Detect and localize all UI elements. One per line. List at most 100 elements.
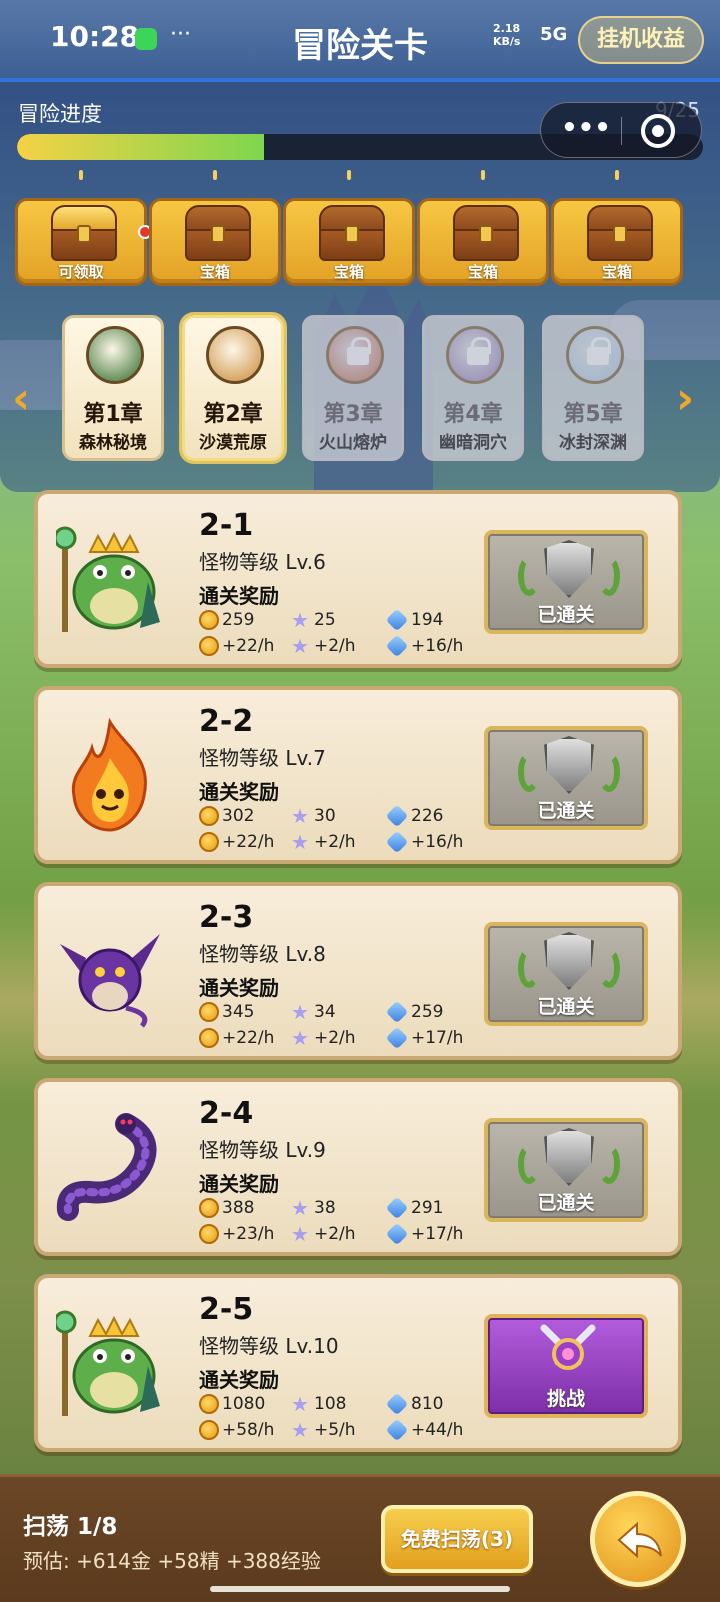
treasure-chest-icon xyxy=(319,205,385,263)
chest-button[interactable]: 宝箱 xyxy=(149,198,281,286)
gem-icon xyxy=(385,804,409,828)
chest-lock xyxy=(613,225,627,243)
coin-icon xyxy=(199,1198,219,1218)
coin-icon xyxy=(199,832,219,852)
level-title: 2-5 xyxy=(199,1292,254,1327)
back-button[interactable] xyxy=(590,1491,686,1587)
gem-icon xyxy=(385,1222,409,1246)
free-sweep-button[interactable]: 免费扫荡(3) xyxy=(381,1505,533,1573)
chapter-emblem-icon xyxy=(206,326,264,384)
reward-title: 通关奖励 xyxy=(199,1368,279,1392)
cleared-button[interactable]: 已通关 xyxy=(484,530,648,634)
chevron-left-icon[interactable]: ‹ xyxy=(12,373,30,424)
star-icon: ★ xyxy=(291,1026,309,1050)
chapter-number: 第1章 xyxy=(83,402,143,427)
monster-portrait-icon xyxy=(53,1306,164,1422)
level-button-label: 挑战 xyxy=(546,1388,585,1410)
treasure-chest-icon xyxy=(185,205,251,263)
star-reward: ★ 34 xyxy=(291,1000,336,1024)
more-icon[interactable]: ••• xyxy=(561,115,611,145)
star-reward: ★ 30 xyxy=(291,804,336,828)
level-button-label: 已通关 xyxy=(537,800,595,822)
back-arrow-icon xyxy=(617,1522,662,1558)
reward-rate-row: +22/h ★ +2/h +16/h xyxy=(199,634,499,658)
coin-icon xyxy=(199,1028,219,1048)
star-rate: ★ +5/h xyxy=(291,1418,356,1442)
star-rate: ★ +2/h xyxy=(291,634,356,658)
reward-row: 388 ★ 38 291 xyxy=(199,1196,499,1220)
chest-button[interactable]: 可领取 xyxy=(15,198,152,286)
reward-title: 通关奖励 xyxy=(199,584,279,608)
shield-icon xyxy=(544,540,594,598)
reward-row: 259 ★ 25 194 xyxy=(199,608,499,632)
chest-label: 宝箱 xyxy=(601,263,632,281)
monster-level: 怪物等级 Lv.8 xyxy=(199,942,326,966)
gem-rate: +16/h xyxy=(385,634,463,658)
cleared-button[interactable]: 已通关 xyxy=(484,922,648,1026)
level-card: 2-3 怪物等级 Lv.8 通关奖励 345 ★ 34 259 +22/h ★ +2/h +17/h… xyxy=(34,882,682,1060)
chapter-number: 第4章 xyxy=(443,402,503,427)
star-rate: ★ +2/h xyxy=(291,1026,356,1050)
cleared-button[interactable]: 已通关 xyxy=(484,1118,648,1222)
chest-pin xyxy=(79,170,83,180)
chapter-emblem-icon xyxy=(326,326,384,384)
challenge-button[interactable]: 挑战 xyxy=(484,1314,648,1418)
chapter-card[interactable]: 第1章 森林秘境 xyxy=(62,315,164,461)
gem-icon xyxy=(385,1392,409,1416)
star-icon: ★ xyxy=(291,634,309,658)
chapter-number: 第3章 xyxy=(323,402,383,427)
chapter-card[interactable]: 第2章 沙漠荒原 xyxy=(182,315,284,461)
offline-earnings-button[interactable]: 挂机收益 xyxy=(578,16,704,64)
coin-icon xyxy=(199,610,219,630)
star-rate: ★ +2/h xyxy=(291,1222,356,1246)
chest-lock xyxy=(345,225,359,243)
level-button-label: 已通关 xyxy=(537,1192,595,1214)
star-icon: ★ xyxy=(291,608,309,632)
treasure-chest-icon xyxy=(51,205,117,263)
level-title: 2-2 xyxy=(199,704,254,739)
star-icon: ★ xyxy=(291,1392,309,1416)
chest-button[interactable]: 宝箱 xyxy=(283,198,415,286)
laurel-right-icon xyxy=(598,556,620,596)
level-card: 2-4 怪物等级 Lv.9 通关奖励 388 ★ 38 291 +23/h ★ +2/h +17/h… xyxy=(34,1078,682,1256)
lock-icon xyxy=(347,337,371,365)
monster-portrait-icon xyxy=(53,522,164,638)
lock-icon xyxy=(467,337,491,365)
gem-rate: +17/h xyxy=(385,1222,463,1246)
chapter-card[interactable]: 第4章 幽暗洞穴 xyxy=(422,315,524,461)
chest-button[interactable]: 宝箱 xyxy=(551,198,683,286)
coin-icon xyxy=(199,806,219,826)
chapter-card[interactable]: 第5章 冰封深渊 xyxy=(542,315,644,461)
chest-button[interactable]: 宝箱 xyxy=(417,198,549,286)
star-reward: ★ 108 xyxy=(291,1392,347,1416)
signal-icon: 5G xyxy=(540,24,568,45)
chapter-card[interactable]: 第3章 火山熔炉 xyxy=(302,315,404,461)
cleared-button[interactable]: 已通关 xyxy=(484,726,648,830)
gold-rate: +22/h xyxy=(199,832,274,852)
chapter-emblem-icon xyxy=(566,326,624,384)
monster-level: 怪物等级 Lv.6 xyxy=(199,550,326,574)
monster-level: 怪物等级 Lv.10 xyxy=(199,1334,339,1358)
chest-lock xyxy=(211,225,225,243)
chapter-name: 沙漠荒原 xyxy=(199,433,267,453)
sweep-estimate: 预估: +614金 +58精 +388经验 xyxy=(23,1549,321,1573)
gold-rate: +58/h xyxy=(199,1420,274,1440)
chest-pin xyxy=(213,170,217,180)
chevron-right-icon[interactable]: › xyxy=(676,373,694,424)
monster-level: 怪物等级 Lv.7 xyxy=(199,746,326,770)
treasure-chest-icon xyxy=(587,205,653,263)
chapter-name: 冰封深渊 xyxy=(559,433,627,453)
gem-reward: 194 xyxy=(385,608,443,632)
gem-reward: 259 xyxy=(385,1000,443,1024)
gem-icon xyxy=(385,830,409,854)
chest-label: 可领取 xyxy=(58,263,104,281)
gem-icon xyxy=(385,608,409,632)
star-icon: ★ xyxy=(291,830,309,854)
laurel-left-icon xyxy=(518,556,540,596)
shield-icon xyxy=(544,1128,594,1186)
reward-title: 通关奖励 xyxy=(199,780,279,804)
gem-icon xyxy=(385,1000,409,1024)
coin-icon xyxy=(199,1224,219,1244)
chest-pin xyxy=(347,170,351,180)
target-close-icon[interactable] xyxy=(641,114,675,148)
